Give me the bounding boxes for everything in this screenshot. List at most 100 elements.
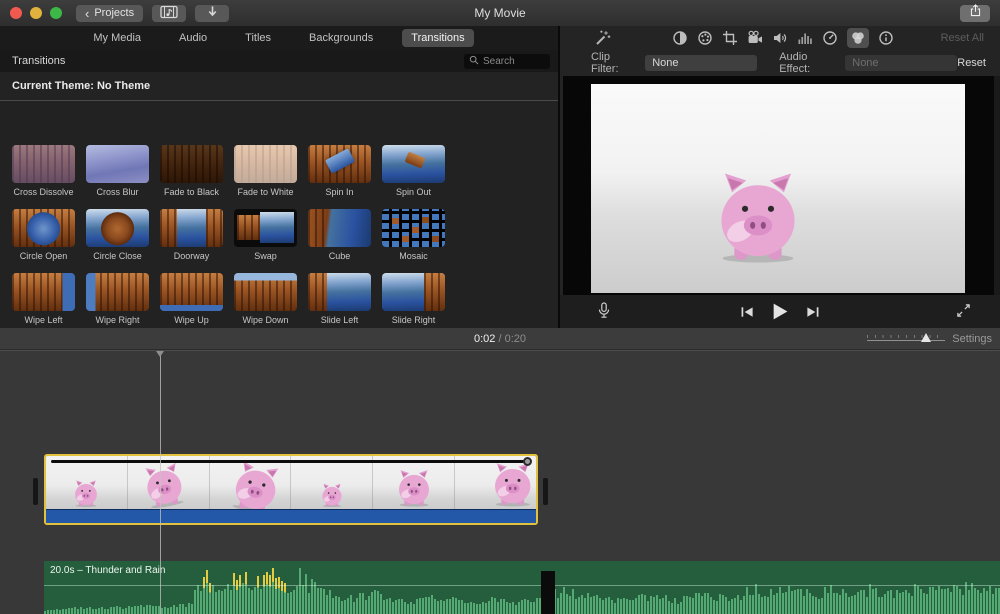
tab-audio[interactable]: Audio xyxy=(170,29,216,47)
clip-audio-bar xyxy=(46,509,536,523)
background-audio-clip[interactable]: 20.0s – Thunder and Rain xyxy=(44,561,1000,614)
transition-thumbnail[interactable] xyxy=(234,145,297,183)
auto-enhance-wand-icon[interactable] xyxy=(594,29,612,47)
skip-forward-button[interactable] xyxy=(806,306,821,318)
download-button[interactable] xyxy=(195,5,229,22)
noise-reduction-icon[interactable] xyxy=(797,30,813,46)
transition-spin-in[interactable]: Spin In xyxy=(308,145,371,197)
color-correction-icon[interactable] xyxy=(697,30,713,46)
waveform-bar xyxy=(650,596,652,614)
transition-fade-white[interactable]: Fade to White xyxy=(234,145,297,197)
transition-cross-blur[interactable]: Cross Blur xyxy=(86,145,149,197)
transition-thumbnail[interactable] xyxy=(86,209,149,247)
transition-thumbnail[interactable] xyxy=(308,209,371,247)
transition-thumbnail[interactable] xyxy=(382,145,445,183)
tab-titles[interactable]: Titles xyxy=(236,29,280,47)
stabilization-icon[interactable] xyxy=(747,30,763,46)
waveform-bar xyxy=(710,597,712,614)
clip-volume-line[interactable] xyxy=(51,460,524,463)
waveform-bar xyxy=(299,568,301,614)
zoom-slider-thumb[interactable] xyxy=(921,333,931,342)
transition-thumbnail[interactable] xyxy=(234,273,297,311)
zoom-window-button[interactable] xyxy=(50,7,62,19)
tab-my-media[interactable]: My Media xyxy=(84,29,150,47)
transition-thumbnail[interactable] xyxy=(86,273,149,311)
audio-volume-line[interactable] xyxy=(44,585,1000,586)
transition-thumbnail[interactable] xyxy=(160,209,223,247)
transition-wipe-up[interactable]: Wipe Up xyxy=(160,273,223,325)
transition-thumbnail[interactable] xyxy=(308,273,371,311)
waveform-bar xyxy=(290,592,292,614)
play-button[interactable] xyxy=(771,302,790,321)
transition-swap[interactable]: Swap xyxy=(234,209,297,261)
crop-icon[interactable] xyxy=(722,30,738,46)
transition-thumbnail[interactable] xyxy=(160,273,223,311)
transition-mosaic[interactable]: Mosaic xyxy=(382,209,445,261)
selected-video-clip[interactable] xyxy=(44,454,538,525)
timeline-settings-button[interactable]: Settings xyxy=(952,328,992,350)
transition-circle-open[interactable]: Circle Open xyxy=(12,209,75,261)
transition-fade-black[interactable]: Fade to Black xyxy=(160,145,223,197)
waveform-bar xyxy=(848,597,850,614)
transition-cube[interactable]: Cube xyxy=(308,209,371,261)
waveform-bar xyxy=(620,599,622,614)
transition-thumbnail[interactable] xyxy=(86,145,149,183)
waveform-bar xyxy=(704,593,706,614)
transition-slide-left[interactable]: Slide Left xyxy=(308,273,371,325)
clip-frame-thumbnail xyxy=(46,456,128,509)
waveform-bar xyxy=(914,584,916,614)
timeline-zoom-slider[interactable] xyxy=(867,335,945,341)
waveform-bar xyxy=(851,596,853,614)
transition-thumbnail[interactable] xyxy=(382,209,445,247)
left-trim-handle[interactable] xyxy=(33,478,38,505)
minimize-window-button[interactable] xyxy=(30,7,42,19)
speed-icon[interactable] xyxy=(822,30,838,46)
projects-button[interactable]: ‹ Projects xyxy=(76,5,143,22)
info-icon[interactable] xyxy=(878,30,894,46)
color-balance-icon[interactable] xyxy=(672,30,688,46)
skip-back-button[interactable] xyxy=(740,306,755,318)
waveform-bar xyxy=(965,582,967,614)
waveform-bar xyxy=(200,591,202,614)
transition-thumbnail[interactable] xyxy=(12,273,75,311)
waveform-bar xyxy=(482,602,484,614)
waveform-bar xyxy=(230,590,232,614)
transition-thumbnail[interactable] xyxy=(12,209,75,247)
waveform-bar xyxy=(470,602,472,614)
transition-cross-dissolve[interactable]: Cross Dissolve xyxy=(12,145,75,197)
waveform-bar xyxy=(938,586,940,614)
volume-icon[interactable] xyxy=(772,30,788,46)
clip-filter-dropdown[interactable]: None xyxy=(645,55,757,71)
waveform-bar xyxy=(863,590,865,614)
tab-transitions[interactable]: Transitions xyxy=(402,29,473,47)
transition-thumbnail[interactable] xyxy=(160,145,223,183)
waveform-bar xyxy=(770,589,772,614)
transition-thumbnail[interactable] xyxy=(382,273,445,311)
share-button[interactable] xyxy=(960,5,990,22)
transition-slide-right[interactable]: Slide Right xyxy=(382,273,445,325)
fullscreen-icon[interactable] xyxy=(956,303,972,319)
tab-backgrounds[interactable]: Backgrounds xyxy=(300,29,382,47)
transition-thumbnail[interactable] xyxy=(308,145,371,183)
clip-filter-icon[interactable] xyxy=(847,28,869,48)
playhead[interactable] xyxy=(160,351,161,614)
transition-wipe-right[interactable]: Wipe Right xyxy=(86,273,149,325)
transition-label: Wipe Down xyxy=(234,315,297,325)
clip-volume-knob[interactable] xyxy=(523,457,532,466)
audio-effect-dropdown[interactable]: None xyxy=(845,55,957,71)
search-input[interactable]: Search xyxy=(464,54,550,69)
voiceover-mic-icon[interactable] xyxy=(596,302,612,320)
close-window-button[interactable] xyxy=(10,7,22,19)
transition-thumbnail[interactable] xyxy=(12,145,75,183)
reset-all-button[interactable]: Reset All xyxy=(941,26,984,50)
transition-doorway[interactable]: Doorway xyxy=(160,209,223,261)
transition-wipe-down[interactable]: Wipe Down xyxy=(234,273,297,325)
right-trim-handle[interactable] xyxy=(543,478,548,505)
clip-frame-thumbnail xyxy=(210,456,292,509)
transition-thumbnail[interactable] xyxy=(234,209,297,247)
media-import-button[interactable] xyxy=(152,5,186,22)
transition-spin-out[interactable]: Spin Out xyxy=(382,145,445,197)
transition-circle-close[interactable]: Circle Close xyxy=(86,209,149,261)
transition-wipe-left[interactable]: Wipe Left xyxy=(12,273,75,325)
reset-button[interactable]: Reset xyxy=(957,57,986,69)
